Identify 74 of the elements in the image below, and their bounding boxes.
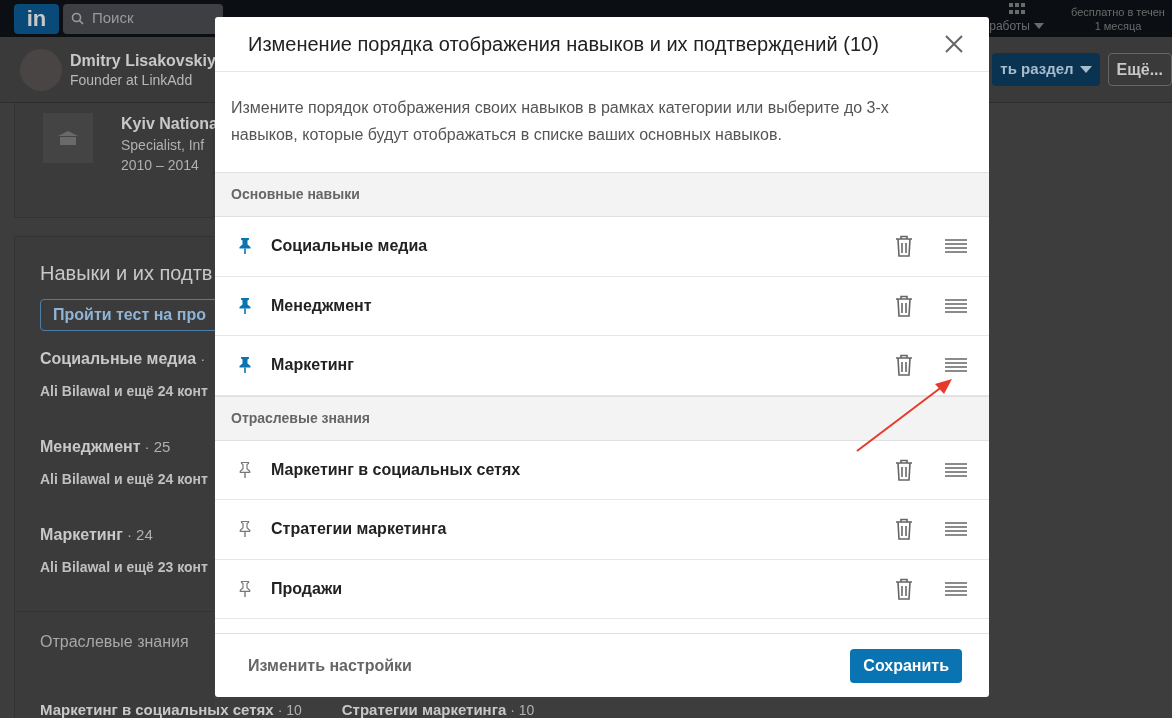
section-title: Навыки и их подтв <box>40 261 214 286</box>
drag-icon <box>945 358 967 373</box>
trash-icon <box>895 235 913 258</box>
group-header: Отраслевые знания <box>231 408 371 428</box>
skill-name: Продажи <box>271 578 344 599</box>
endorsement-count: · <box>200 349 206 369</box>
trash-icon <box>895 577 913 600</box>
skill-name[interactable]: Стратегии маркетинга <box>341 699 507 718</box>
drag-icon <box>945 522 967 537</box>
trash-icon <box>895 458 913 481</box>
drag-handle[interactable] <box>945 297 967 314</box>
pin-icon[interactable] <box>237 356 253 375</box>
pin-icon[interactable] <box>237 460 253 479</box>
drag-handle[interactable] <box>945 357 967 374</box>
degree-text: Specialist, Inf <box>121 136 206 155</box>
endorsers-text[interactable]: Ali Bilawal и ещё 23 конт <box>40 557 214 578</box>
category-title: Отраслевые знания <box>40 632 190 652</box>
caret-icon <box>1079 66 1092 73</box>
drag-handle[interactable] <box>945 461 967 478</box>
close-icon <box>945 35 963 53</box>
skill-name: Маркетинг в социальных сетях <box>271 459 522 480</box>
skill-name[interactable]: Менеджмент <box>40 435 141 459</box>
pin-icon[interactable] <box>237 237 253 256</box>
dialog-description: Измените порядок отображения своих навыков в рамках категории или выберите до 3-х навыков, которые будут отображаться в списке ваших основных навыков. <box>231 98 890 145</box>
skill-name[interactable]: Маркетинг в социальных сетях <box>40 699 274 718</box>
delete-button[interactable] <box>895 294 915 317</box>
premium-text[interactable]: 1 месяца <box>1094 18 1142 33</box>
skill-name: Маркетинг <box>271 355 355 376</box>
search-field[interactable]: Поиск <box>63 3 223 34</box>
skill-name[interactable]: Маркетинг <box>40 523 123 547</box>
endorsement-count: · 24 <box>126 525 153 545</box>
pin-icon[interactable] <box>237 579 253 598</box>
logo[interactable]: in <box>14 3 59 34</box>
drag-icon <box>945 239 967 254</box>
dialog-title: Изменение порядка отображения навыков и их подтверждений (10) <box>248 32 879 57</box>
profile-name: Dmitry Lisakovskiy <box>70 50 216 71</box>
drag-handle[interactable] <box>945 238 967 255</box>
pin-icon[interactable] <box>237 296 253 315</box>
skill-name: Менеджмент <box>271 295 373 316</box>
endorsement-count: · 25 <box>144 437 171 457</box>
years-text: 2010 – 2014 <box>121 156 200 175</box>
building-icon <box>57 130 79 146</box>
trash-icon <box>895 518 913 541</box>
more-button[interactable]: Ещё... <box>1107 53 1172 86</box>
pin-icon[interactable] <box>237 520 253 539</box>
skill-name: Социальные медиа <box>271 236 429 257</box>
endorsement-count: · 10 <box>510 701 535 718</box>
drag-handle[interactable] <box>945 521 967 538</box>
drag-icon <box>945 298 967 313</box>
delete-button[interactable] <box>895 458 915 481</box>
skill-name: Стратегии маркетинга <box>271 519 448 540</box>
delete-button[interactable] <box>895 577 915 600</box>
profile-headline: Founder at LinkAdd <box>70 70 194 89</box>
trash-icon <box>895 354 913 377</box>
premium-text[interactable]: бесплатно в течен <box>1071 4 1165 19</box>
add-section-button[interactable]: ть раздел <box>992 53 1100 86</box>
delete-button[interactable] <box>895 518 915 541</box>
search-icon <box>71 12 84 25</box>
drag-icon <box>945 462 967 477</box>
settings-link[interactable]: Изменить настройки <box>248 653 412 678</box>
endorsement-count: · 10 <box>277 701 302 718</box>
delete-button[interactable] <box>895 235 915 258</box>
skill-name[interactable]: Социальные медиа <box>40 347 197 371</box>
drag-handle[interactable] <box>945 580 967 597</box>
grid-icon[interactable] <box>1006 2 1027 17</box>
work-menu[interactable]: работы <box>989 16 1044 35</box>
save-button[interactable]: Сохранить <box>850 648 962 683</box>
delete-button[interactable] <box>895 354 915 377</box>
trash-icon <box>895 294 913 317</box>
caret-icon <box>1034 22 1044 29</box>
endorsers-text[interactable]: Ali Bilawal и ещё 24 конт <box>40 469 214 490</box>
drag-icon <box>945 581 967 596</box>
group-header: Основные навыки <box>231 185 360 204</box>
endorsers-text[interactable]: Ali Bilawal и ещё 24 конт <box>40 381 214 402</box>
